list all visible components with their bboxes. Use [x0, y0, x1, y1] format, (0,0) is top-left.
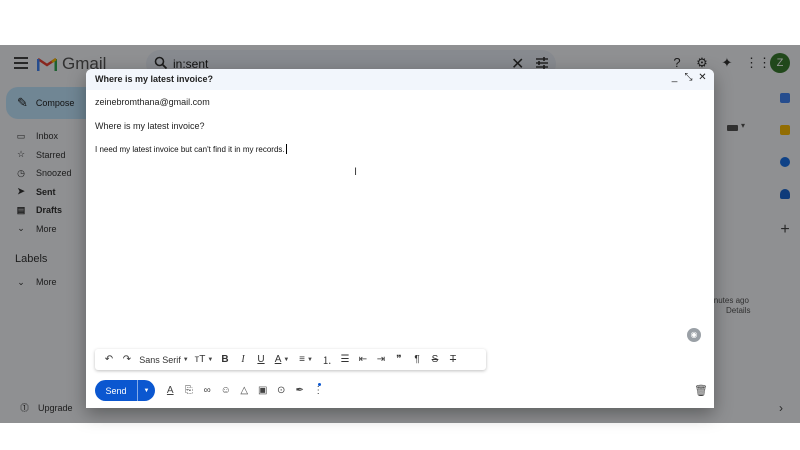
drive-icon[interactable]: △ — [235, 383, 254, 399]
minimize-icon[interactable]: _ — [670, 72, 679, 84]
compose-title: Where is my latest invoice? — [95, 74, 214, 84]
formatting-options-icon[interactable]: A — [161, 383, 180, 399]
insert-photo-icon[interactable]: ▣ — [254, 383, 273, 399]
strikethrough-icon[interactable]: S — [426, 349, 444, 370]
send-label: Send — [105, 385, 127, 396]
indent-less-icon[interactable]: ⇤ — [354, 349, 372, 370]
compose-window: Where is my latest invoice? _ ⤡ ✕ zeineb… — [86, 69, 714, 408]
remove-formatting-icon[interactable]: T — [444, 349, 462, 370]
message-body-text: I need my latest invoice but can't find … — [95, 145, 285, 154]
italic-icon[interactable]: I — [234, 349, 252, 370]
screen: Gmail in:sent ✕ ? ⚙ ✦ ⋮⋮ Z ✎ Compose ▭ I… — [0, 0, 800, 450]
undo-icon[interactable]: ↶ — [100, 349, 118, 370]
close-icon[interactable]: ✕ — [698, 72, 707, 84]
recipient-field[interactable]: zeinebromthana@gmail.com — [95, 97, 210, 107]
subject-field[interactable]: Where is my latest invoice? — [95, 121, 205, 131]
align-icon[interactable]: ≡ ▼ — [294, 349, 318, 370]
schedule-send-icon[interactable]: ▼ — [138, 388, 155, 394]
font-select[interactable]: Sans Serif ▼ — [136, 349, 192, 370]
formatting-toolbar: ↶ ↷ Sans Serif ▼ тT ▼ B I U A ▼ ≡ ▼ ⒈ ☰ ⇤ ⇥ … — [95, 349, 486, 370]
window-controls: _ ⤡ ✕ — [670, 72, 707, 84]
numbered-list-icon[interactable]: ⒈ — [318, 349, 336, 370]
text-direction-icon[interactable]: ¶ — [408, 349, 426, 370]
assistant-icon[interactable]: ◉ — [687, 328, 701, 342]
attach-file-icon[interactable]: ⎘ — [180, 383, 199, 399]
quote-icon[interactable]: ❞ — [390, 349, 408, 370]
discard-draft-icon[interactable]: 🗑 — [694, 384, 708, 397]
send-button[interactable]: Send ▼ — [95, 380, 155, 401]
confidential-mode-icon[interactable]: ⊙ — [272, 383, 291, 399]
signature-icon[interactable]: ✒ — [291, 383, 310, 399]
indent-more-icon[interactable]: ⇥ — [372, 349, 390, 370]
font-name: Sans Serif — [139, 354, 181, 365]
font-size-icon[interactable]: тT ▼ — [192, 349, 216, 370]
insert-link-icon[interactable]: ∞ — [198, 383, 217, 399]
text-cursor — [285, 144, 287, 154]
compose-header: Where is my latest invoice? _ ⤡ ✕ — [86, 69, 714, 90]
bold-icon[interactable]: B — [216, 349, 234, 370]
notification-dot — [318, 383, 321, 386]
mouse-ibeam-cursor: I — [354, 166, 358, 178]
exit-fullscreen-icon[interactable]: ⤡ — [684, 72, 693, 84]
underline-icon[interactable]: U — [252, 349, 270, 370]
chevron-down-icon: ▼ — [182, 356, 189, 363]
redo-icon[interactable]: ↷ — [118, 349, 136, 370]
bulleted-list-icon[interactable]: ☰ — [336, 349, 354, 370]
compose-tools: A ⎘ ∞ ☺ △ ▣ ⊙ ✒ ⋮ — [161, 383, 328, 399]
emoji-icon[interactable]: ☺ — [217, 383, 236, 399]
text-color-icon[interactable]: A ▼ — [270, 349, 294, 370]
message-body[interactable]: I need my latest invoice but can't find … — [95, 144, 287, 154]
